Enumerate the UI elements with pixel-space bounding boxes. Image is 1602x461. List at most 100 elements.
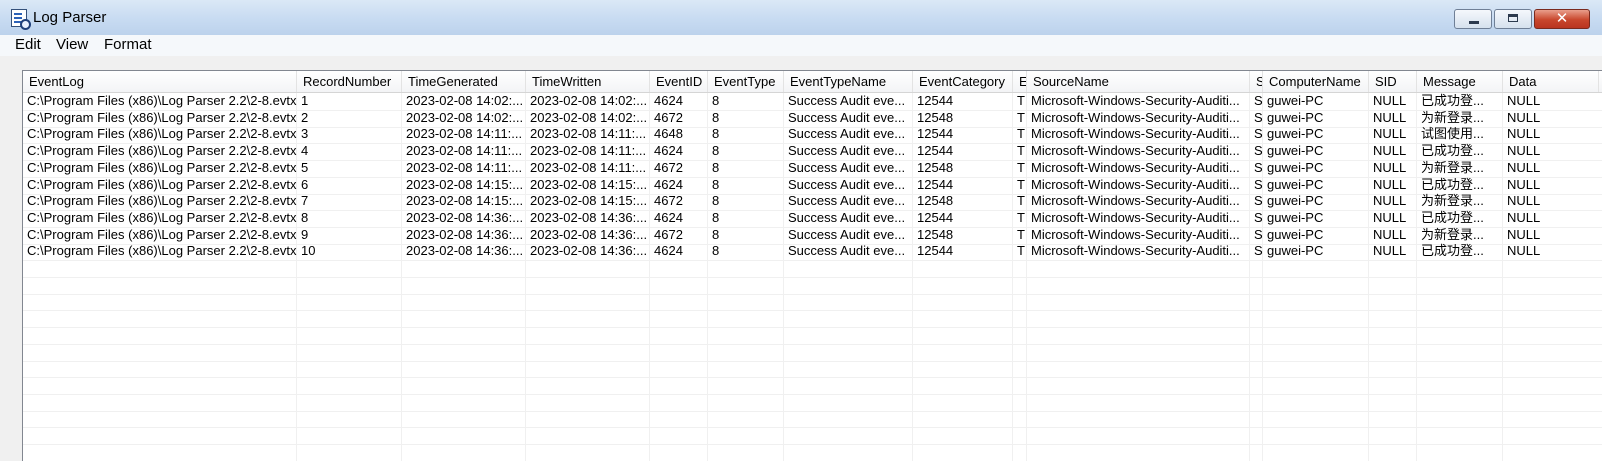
table-row[interactable]: C:\Program Files (x86)\Log Parser 2.2\2-… — [23, 160, 1602, 178]
cell-computername: guwei-PC — [1267, 160, 1324, 175]
cell-e: T — [1017, 160, 1025, 175]
column-header-eventcategory[interactable]: EventCategory — [913, 71, 1013, 92]
empty-row — [23, 260, 1602, 278]
cell-eventlog: C:\Program Files (x86)\Log Parser 2.2\2-… — [27, 93, 297, 108]
cell-computername: guwei-PC — [1267, 210, 1324, 225]
column-header-eventlog[interactable]: EventLog — [23, 71, 297, 92]
column-header-timegenerated[interactable]: TimeGenerated — [402, 71, 526, 92]
cell-eventcategory: 12548 — [917, 193, 954, 208]
cell-e: T — [1017, 193, 1025, 208]
cell-message: 已成功登... — [1421, 243, 1484, 258]
cell-s: S — [1254, 243, 1263, 258]
cell-eventtype: 8 — [712, 177, 720, 192]
cell-data: NULL — [1507, 110, 1541, 125]
cell-timegenerated: 2023-02-08 14:15:... — [406, 177, 524, 192]
cell-eventtype: 8 — [712, 160, 720, 175]
cell-timewritten: 2023-02-08 14:36:... — [530, 227, 648, 242]
cell-timegenerated: 2023-02-08 14:11:... — [406, 160, 523, 175]
menu-view[interactable]: View — [56, 36, 88, 53]
column-header-computername[interactable]: ComputerName — [1263, 71, 1369, 92]
column-header-eventtypename[interactable]: EventTypeName — [784, 71, 913, 92]
cell-data: NULL — [1507, 243, 1541, 258]
cell-s: S — [1254, 160, 1263, 175]
maximize-button[interactable] — [1494, 9, 1532, 29]
cell-eventtypename: Success Audit eve... — [788, 227, 906, 242]
empty-row — [23, 377, 1602, 395]
cell-eventid: 4624 — [654, 177, 683, 192]
empty-row — [23, 360, 1602, 378]
cell-eventtypename: Success Audit eve... — [788, 143, 906, 158]
close-icon: ✕ — [1555, 10, 1569, 27]
cell-timegenerated: 2023-02-08 14:36:... — [406, 210, 524, 225]
column-header-eventtype[interactable]: EventType — [708, 71, 784, 92]
cell-sourcename: Microsoft-Windows-Security-Auditi... — [1031, 177, 1240, 192]
cell-eventtype: 8 — [712, 243, 720, 258]
cell-computername: guwei-PC — [1267, 193, 1324, 208]
table-row[interactable]: C:\Program Files (x86)\Log Parser 2.2\2-… — [23, 126, 1602, 144]
column-header-e[interactable]: E — [1013, 71, 1027, 92]
cell-message: 为新登录... — [1421, 227, 1484, 242]
title-bar: Log Parser ✕ — [0, 0, 1602, 35]
results-list-view[interactable]: EventLog RecordNumber TimeGenerated TimeWri… — [22, 70, 1602, 461]
table-row[interactable]: C:\Program Files (x86)\Log Parser 2.2\2-… — [23, 210, 1602, 228]
cell-eventtypename: Success Audit eve... — [788, 210, 906, 225]
column-header-recordnumber[interactable]: RecordNumber — [297, 71, 402, 92]
cell-eventlog: C:\Program Files (x86)\Log Parser 2.2\2-… — [27, 143, 297, 158]
cell-timegenerated: 2023-02-08 14:36:... — [406, 227, 524, 242]
cell-computername: guwei-PC — [1267, 110, 1324, 125]
empty-row — [23, 444, 1602, 461]
menu-bar: Edit View Format — [0, 35, 1602, 57]
table-row[interactable]: C:\Program Files (x86)\Log Parser 2.2\2-… — [23, 143, 1602, 161]
cell-e: T — [1017, 243, 1025, 258]
column-header-message[interactable]: Message — [1417, 71, 1503, 92]
cell-eventlog: C:\Program Files (x86)\Log Parser 2.2\2-… — [27, 193, 297, 208]
cell-data: NULL — [1507, 193, 1541, 208]
cell-eventtypename: Success Audit eve... — [788, 177, 906, 192]
column-header-sid[interactable]: SID — [1369, 71, 1417, 92]
cell-e: T — [1017, 177, 1025, 192]
column-header-sourcename[interactable]: SourceName — [1027, 71, 1250, 92]
column-header-eventid[interactable]: EventID — [650, 71, 708, 92]
cell-data: NULL — [1507, 93, 1541, 108]
cell-sid: NULL — [1373, 160, 1407, 175]
cell-timegenerated: 2023-02-08 14:11:... — [406, 126, 523, 141]
cell-eventlog: C:\Program Files (x86)\Log Parser 2.2\2-… — [27, 177, 297, 192]
menu-edit[interactable]: Edit — [15, 36, 41, 53]
cell-s: S — [1254, 227, 1263, 242]
menu-format[interactable]: Format — [104, 36, 152, 53]
close-button[interactable]: ✕ — [1534, 9, 1590, 29]
minimize-button[interactable] — [1454, 9, 1492, 29]
maximize-icon — [1495, 10, 1531, 28]
cell-sid: NULL — [1373, 93, 1407, 108]
empty-row — [23, 293, 1602, 311]
cell-eventtypename: Success Audit eve... — [788, 243, 906, 258]
cell-eventlog: C:\Program Files (x86)\Log Parser 2.2\2-… — [27, 210, 297, 225]
cell-eventtype: 8 — [712, 227, 720, 242]
cell-eventid: 4624 — [654, 243, 683, 258]
cell-computername: guwei-PC — [1267, 126, 1324, 141]
cell-eventtype: 8 — [712, 110, 720, 125]
cell-timewritten: 2023-02-08 14:36:... — [530, 210, 648, 225]
cell-eventtypename: Success Audit eve... — [788, 126, 906, 141]
cell-eventcategory: 12548 — [917, 227, 954, 242]
cell-sourcename: Microsoft-Windows-Security-Auditi... — [1031, 243, 1240, 258]
table-row[interactable]: C:\Program Files (x86)\Log Parser 2.2\2-… — [23, 93, 1602, 111]
empty-row — [23, 410, 1602, 428]
table-row[interactable]: C:\Program Files (x86)\Log Parser 2.2\2-… — [23, 243, 1602, 261]
column-header-timewritten[interactable]: TimeWritten — [526, 71, 650, 92]
column-header-s[interactable]: S — [1250, 71, 1263, 92]
cell-sid: NULL — [1373, 143, 1407, 158]
cell-eventlog: C:\Program Files (x86)\Log Parser 2.2\2-… — [27, 126, 297, 141]
cell-recordnumber: 2 — [301, 110, 309, 125]
cell-eventtype: 8 — [712, 210, 720, 225]
cell-message: 为新登录... — [1421, 193, 1484, 208]
empty-row — [23, 327, 1602, 345]
cell-e: T — [1017, 210, 1025, 225]
cell-recordnumber: 3 — [301, 126, 309, 141]
cell-timewritten: 2023-02-08 14:15:... — [530, 177, 648, 192]
cell-computername: guwei-PC — [1267, 227, 1324, 242]
column-header-data[interactable]: Data — [1503, 71, 1599, 92]
cell-eventlog: C:\Program Files (x86)\Log Parser 2.2\2-… — [27, 160, 297, 175]
table-row[interactable]: C:\Program Files (x86)\Log Parser 2.2\2-… — [23, 193, 1602, 211]
cell-sid: NULL — [1373, 193, 1407, 208]
